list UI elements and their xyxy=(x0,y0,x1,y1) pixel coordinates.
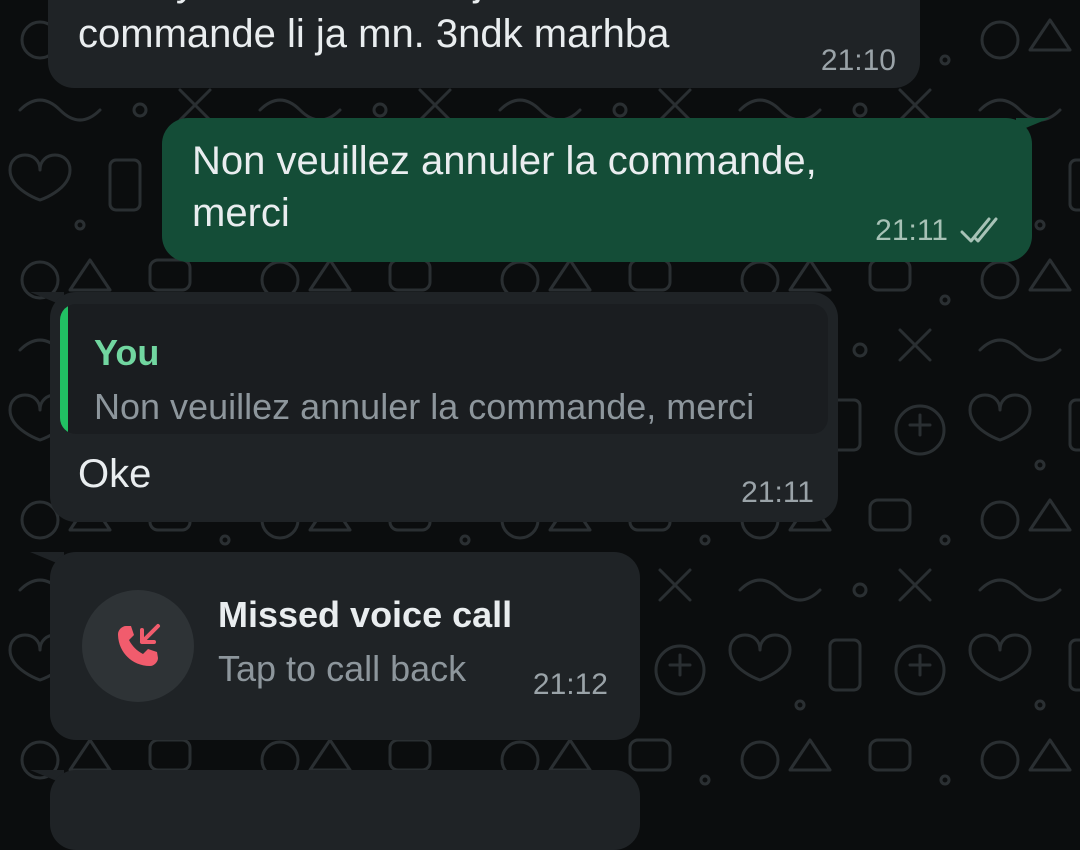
message-bubble-incoming[interactable]: Makayhch mochkil tahjib lk la commande l… xyxy=(48,0,920,88)
quote-author: You xyxy=(94,332,160,373)
message-text-line: Oke xyxy=(78,452,152,496)
message-timestamp: 21:10 xyxy=(820,44,896,77)
message-text-line: Makayhch mochkil tahjib lk la xyxy=(78,0,596,8)
quoted-message[interactable]: You Non veuillez annuler la commande, me… xyxy=(60,304,828,434)
message-timestamp: 21:11 xyxy=(741,476,814,509)
double-check-icon xyxy=(960,217,998,243)
message-timestamp: 21:11 xyxy=(875,214,948,247)
message-bubble-outgoing[interactable]: Non veuillez annuler la commande, merci … xyxy=(162,118,1032,262)
quote-text: Non veuillez annuler la commande, merci xyxy=(94,386,755,427)
missed-call-bubble[interactable]: Missed voice call Tap to call back 21:12 xyxy=(50,552,640,740)
message-text-line: merci xyxy=(192,191,290,235)
message-text-line: commande li ja mn. 3ndk marhba xyxy=(78,12,670,56)
message-timestamp: 21:12 xyxy=(532,668,608,701)
message-bubble-incoming[interactable] xyxy=(50,770,640,850)
call-back-button[interactable] xyxy=(82,590,194,702)
missed-call-icon xyxy=(118,624,160,666)
call-title: Missed voice call xyxy=(218,594,513,635)
message-text-line: Non veuillez annuler la commande, xyxy=(192,139,817,183)
message-bubble-incoming[interactable]: You Non veuillez annuler la commande, me… xyxy=(50,292,838,522)
call-subtitle: Tap to call back xyxy=(218,648,467,689)
quote-accent-bar xyxy=(60,304,68,434)
